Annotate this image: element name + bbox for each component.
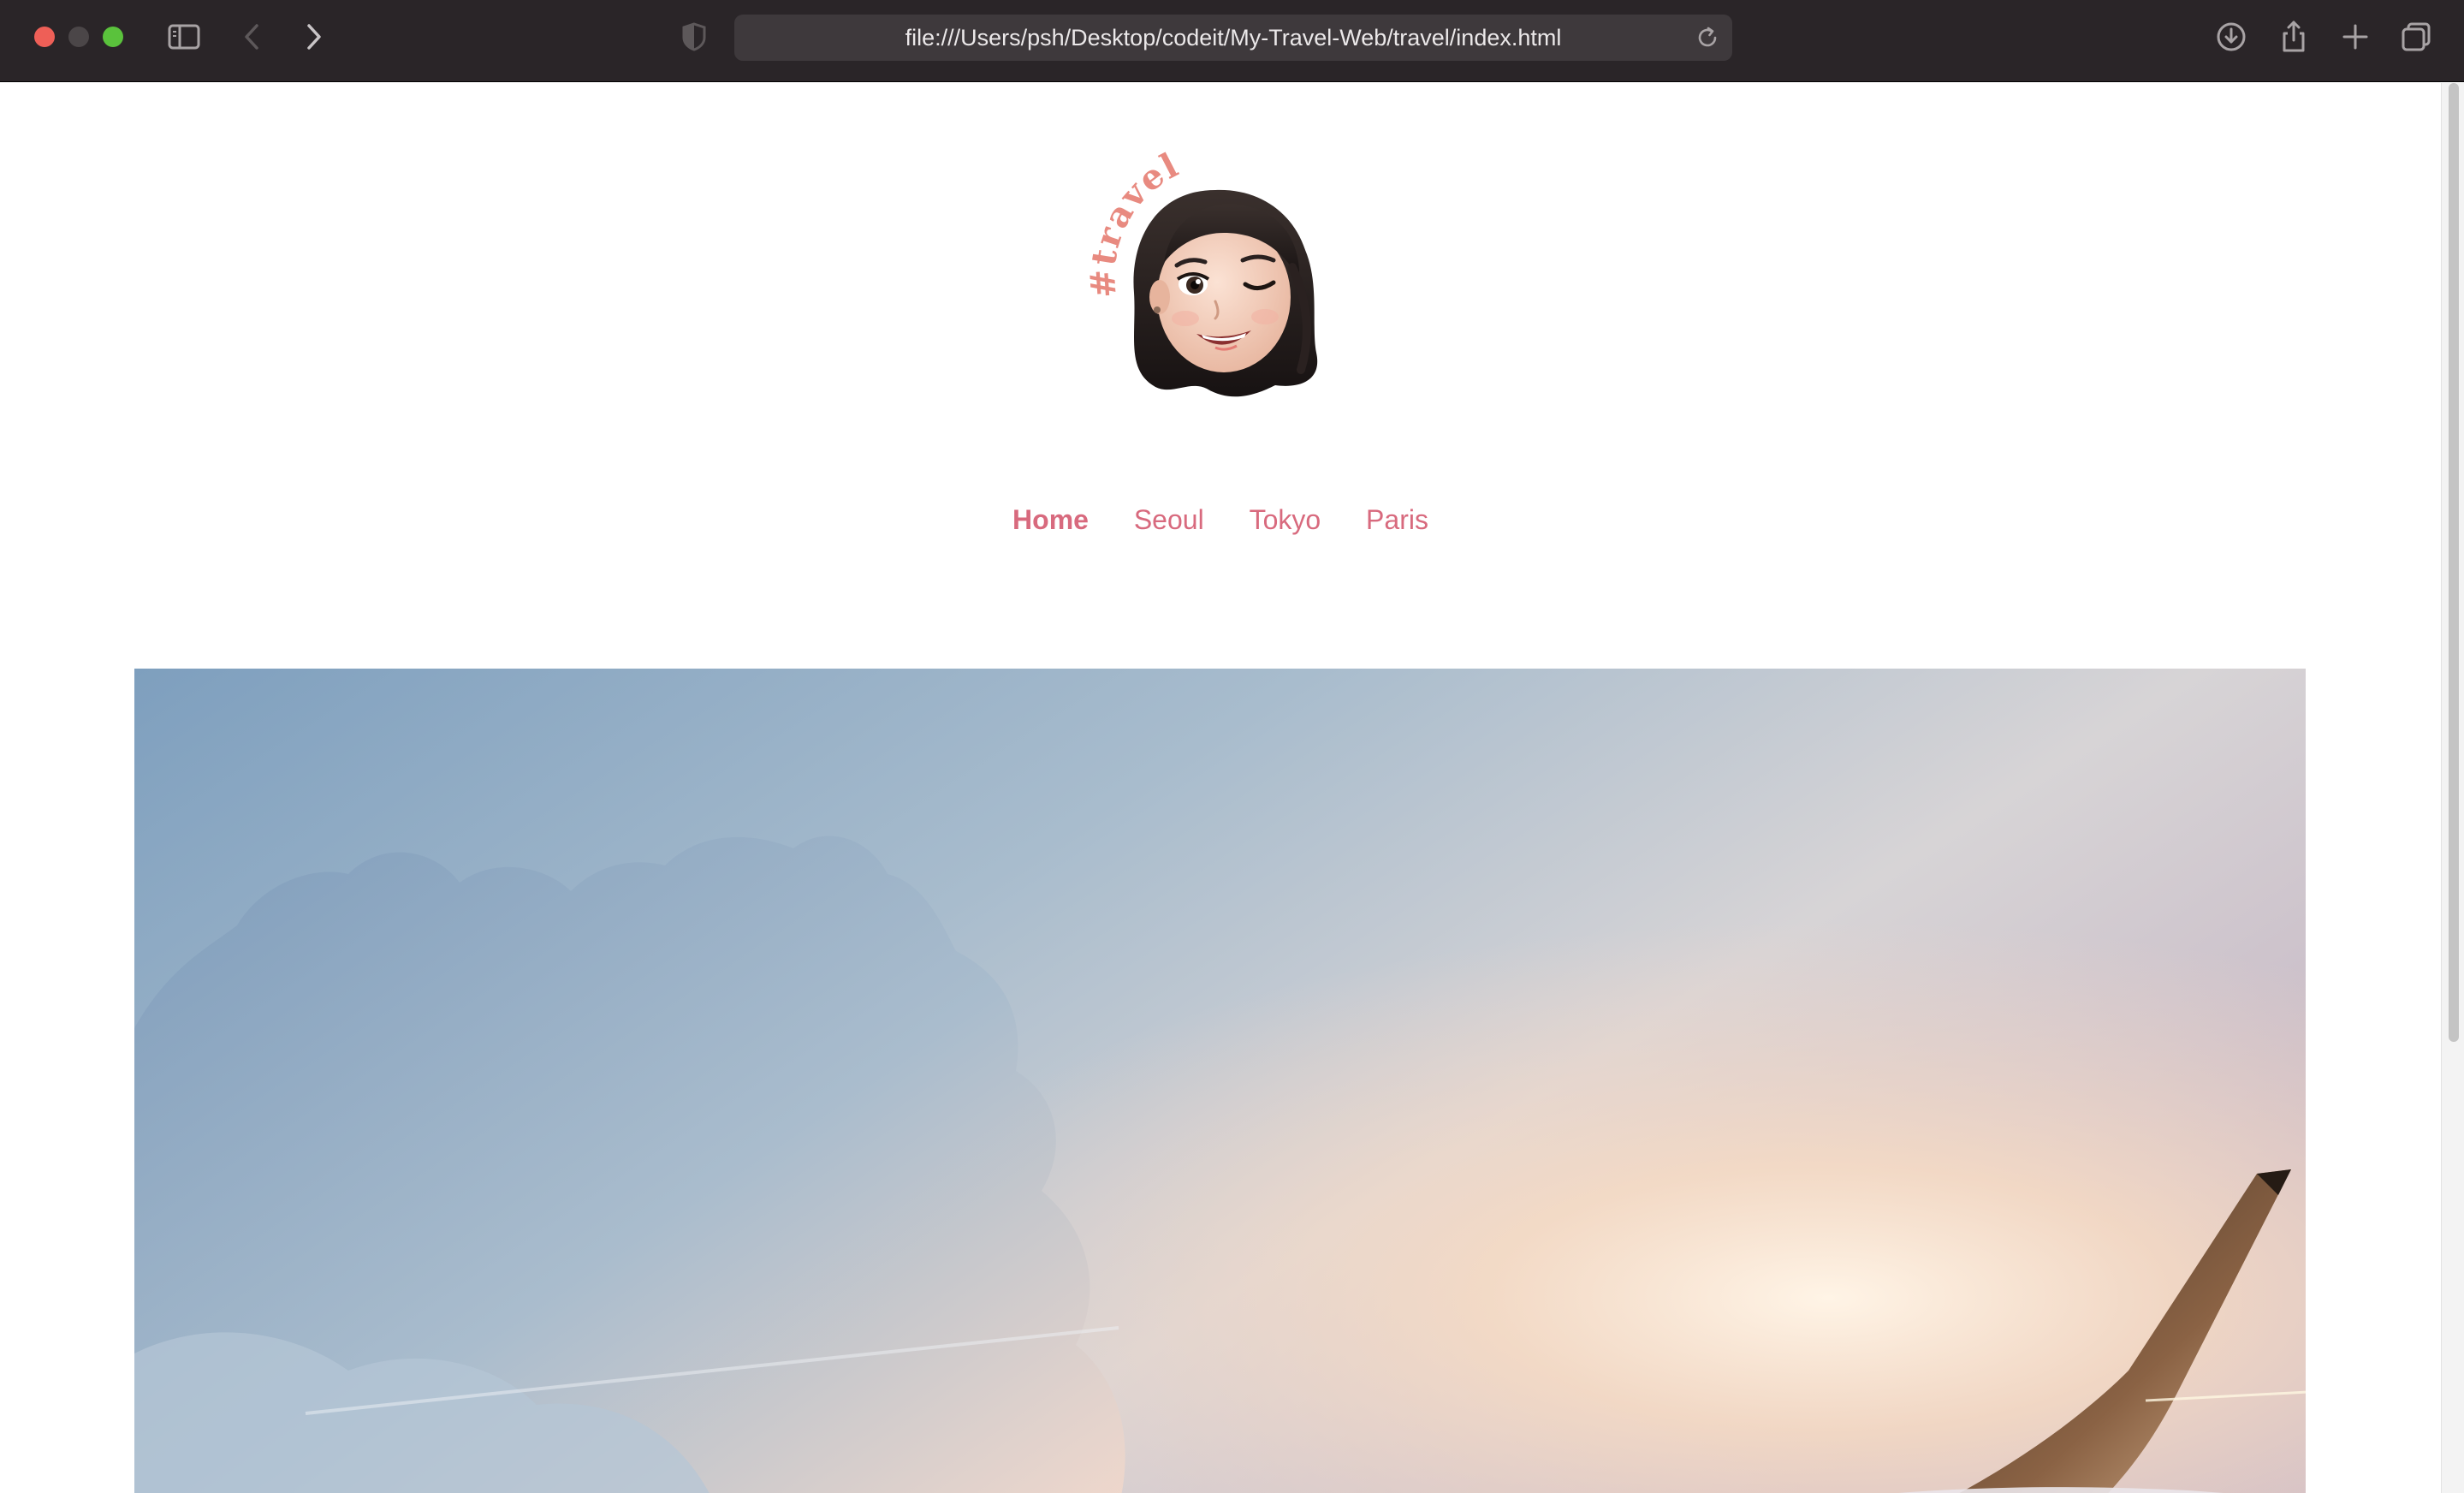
reload-icon[interactable] — [1693, 23, 1722, 52]
url-text: file:///Users/psh/Desktop/codeit/My-Trav… — [905, 25, 1562, 51]
logo-memoji[interactable]: #travel — [1087, 113, 1352, 404]
browser-toolbar: file:///Users/psh/Desktop/codeit/My-Trav… — [0, 0, 2464, 82]
close-window-button[interactable] — [34, 27, 55, 47]
sky-with-airplane-wing-image — [134, 669, 2306, 1493]
minimize-window-button[interactable] — [68, 27, 89, 47]
web-page: #travel Home Seoul Tokyo Paris — [0, 83, 2441, 1493]
nav-link-home[interactable]: Home — [1012, 494, 1089, 545]
new-tab-icon[interactable] — [2337, 19, 2373, 55]
address-bar[interactable]: file:///Users/psh/Desktop/codeit/My-Trav… — [734, 15, 1732, 61]
scrollbar-thumb[interactable] — [2449, 83, 2459, 1042]
back-icon[interactable] — [235, 19, 270, 55]
download-icon[interactable] — [2213, 19, 2249, 55]
zoom-window-button[interactable] — [103, 27, 123, 47]
forward-icon[interactable] — [295, 19, 331, 55]
share-icon[interactable] — [2276, 19, 2312, 55]
privacy-shield-icon[interactable] — [676, 19, 712, 55]
nav-link-seoul[interactable]: Seoul — [1134, 494, 1204, 545]
page-scrollbar[interactable] — [2441, 83, 2464, 1493]
nav-link-tokyo[interactable]: Tokyo — [1250, 494, 1321, 545]
main-nav: Home Seoul Tokyo Paris — [0, 494, 2441, 545]
sidebar-icon[interactable] — [166, 19, 202, 55]
hero-image — [134, 669, 2306, 1493]
tab-overview-icon[interactable] — [2398, 19, 2434, 55]
nav-link-paris[interactable]: Paris — [1366, 494, 1428, 545]
